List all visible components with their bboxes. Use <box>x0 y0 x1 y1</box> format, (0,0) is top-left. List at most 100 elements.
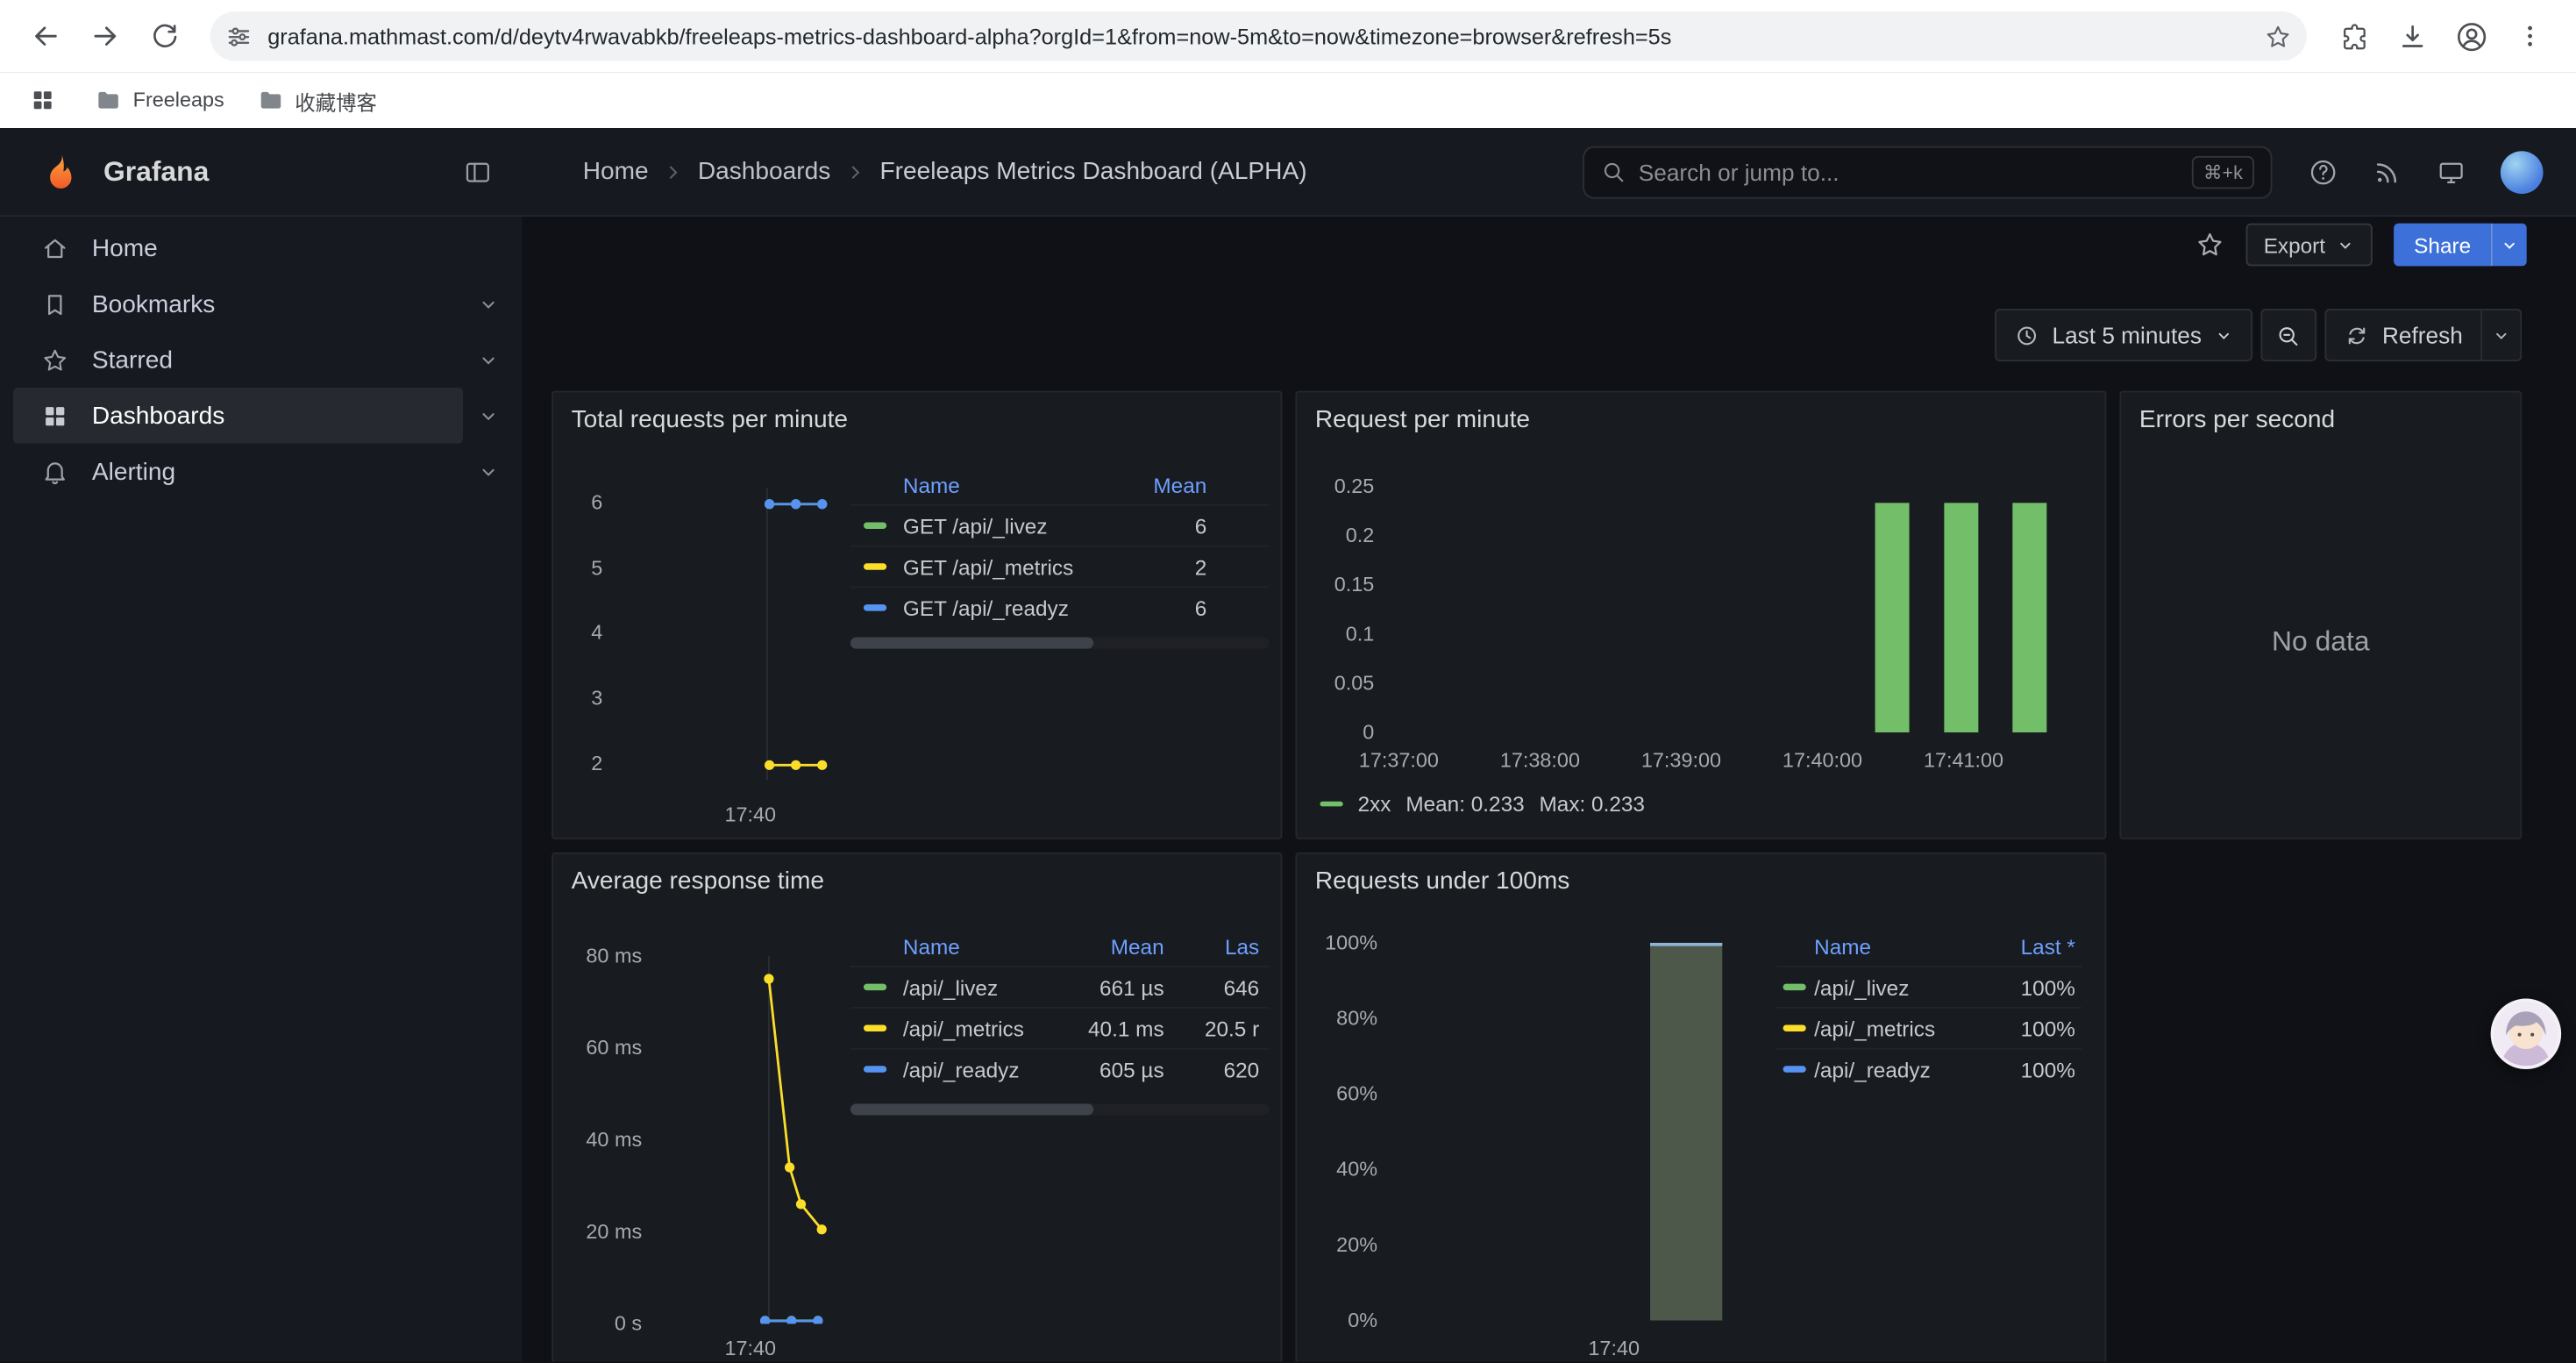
panel-total-requests[interactable]: Total requests per minute 6 5 4 3 2 17:4… <box>551 391 1282 839</box>
panel-title[interactable]: Request per minute <box>1315 406 1530 434</box>
address-bar[interactable]: grafana.mathmast.com/d/deytv4rwavabkb/fr… <box>210 11 2307 61</box>
arrow-left-icon <box>30 19 62 52</box>
scrollbar-thumb[interactable] <box>850 1103 1093 1115</box>
display-button[interactable] <box>2437 157 2466 187</box>
series-name[interactable]: /api/_metrics <box>903 1016 1050 1040</box>
chevron-down-icon <box>2493 326 2511 345</box>
time-range-picker[interactable]: Last 5 minutes <box>1995 309 2252 361</box>
user-avatar[interactable] <box>2501 150 2544 193</box>
apps-grid-icon <box>30 87 56 113</box>
legend-header-name[interactable]: Name <box>1814 934 1980 959</box>
sidebar-item-bookmarks[interactable]: Bookmarks <box>13 276 512 332</box>
legend-scrollbar[interactable] <box>850 1103 1269 1115</box>
legend-header-last[interactable]: Last * <box>1980 934 2075 959</box>
legend-header-name[interactable]: Name <box>903 934 1050 959</box>
share-menu-button[interactable] <box>2491 224 2527 267</box>
chevron-down-icon <box>477 460 498 482</box>
series-last: 100% <box>1980 1057 2075 1081</box>
series-name[interactable]: /api/_livez <box>1814 974 1980 999</box>
panel-left-icon <box>463 157 493 187</box>
back-button[interactable] <box>19 10 72 62</box>
series-mean: 6 <box>1101 513 1206 538</box>
panel-title[interactable]: Errors per second <box>2139 406 2335 434</box>
bookmark-folder-freeleaps[interactable]: Freeleaps <box>96 87 224 113</box>
refresh-interval-button[interactable] <box>2482 309 2522 361</box>
expand-bookmarks-button[interactable] <box>463 293 512 314</box>
download-icon <box>2396 20 2428 52</box>
bookmark-label: Freeleaps <box>133 89 224 111</box>
help-button[interactable] <box>2309 157 2338 187</box>
x-axis-tick: 17:39:00 <box>1629 749 1734 772</box>
series-name[interactable]: 2xx <box>1358 792 1391 817</box>
series-name[interactable]: /api/_livez <box>903 974 1050 999</box>
refresh-button[interactable]: Refresh <box>2324 309 2482 361</box>
bookmark-folder-blogs[interactable]: 收藏博客 <box>257 84 377 116</box>
series-name[interactable]: GET /api/_livez <box>903 513 1102 538</box>
browser-menu-button[interactable] <box>2504 10 2557 62</box>
forward-button[interactable] <box>79 10 132 62</box>
downloads-button[interactable] <box>2386 10 2438 62</box>
series-name[interactable]: /api/_readyz <box>1814 1057 1980 1081</box>
legend-scrollbar[interactable] <box>850 638 1269 649</box>
reload-button[interactable] <box>138 10 190 62</box>
series-name[interactable]: /api/_metrics <box>1814 1016 1980 1040</box>
sidebar-item-dashboards[interactable]: Dashboards <box>13 388 512 444</box>
scrollbar-thumb[interactable] <box>850 638 1093 649</box>
series-last: 20.5 r <box>1164 1016 1260 1040</box>
profile-button[interactable] <box>2444 10 2497 62</box>
series-name[interactable]: GET /api/_readyz <box>903 596 1102 620</box>
search-input[interactable]: Search or jump to... ⌘+k <box>1583 146 2272 198</box>
site-info-icon[interactable] <box>210 22 268 50</box>
brand-area: Grafana <box>0 150 522 193</box>
panel-errors-per-second[interactable]: Errors per second No data <box>2119 391 2522 839</box>
legend-header-mean[interactable]: Mean <box>1050 934 1164 959</box>
sidebar-item-home[interactable]: Home <box>13 220 512 276</box>
series-name[interactable]: /api/_readyz <box>903 1057 1050 1081</box>
breadcrumb-home[interactable]: Home <box>583 158 649 186</box>
shortcut-badge: ⌘+k <box>2192 155 2254 188</box>
export-button[interactable]: Export <box>2245 224 2373 267</box>
panel-title[interactable]: Average response time <box>572 867 824 896</box>
chevron-down-icon <box>2337 236 2355 254</box>
breadcrumb-dashboards[interactable]: Dashboards <box>698 158 830 186</box>
star-icon <box>2195 230 2224 260</box>
legend-header-mean[interactable]: Mean <box>1101 472 1206 496</box>
y-axis-tick: 0.25 <box>1306 475 1375 497</box>
chevron-down-icon <box>477 405 498 426</box>
panel-request-per-minute[interactable]: Request per minute 0.25 0.2 0.15 0.1 0.0… <box>1295 391 2106 839</box>
y-axis-tick: 4 <box>560 621 603 644</box>
y-axis-tick: 100% <box>1306 931 1377 954</box>
extensions-button[interactable] <box>2326 10 2379 62</box>
chevron-down-icon <box>477 293 498 314</box>
sidebar-toggle-button[interactable] <box>457 150 500 193</box>
panel-requests-under-100ms[interactable]: Requests under 100ms 100% 80% 60% 40% 20… <box>1295 853 2106 1361</box>
panel-average-response-time[interactable]: Average response time 80 ms 60 ms 40 ms … <box>551 853 1282 1361</box>
series-name[interactable]: GET /api/_metrics <box>903 554 1102 579</box>
breadcrumb: Home Dashboards Freeleaps Metrics Dashbo… <box>583 158 1583 186</box>
legend-row: /api/_livez 661 µs 646 <box>850 966 1269 1007</box>
series-mean: 40.1 ms <box>1050 1016 1164 1040</box>
apps-grid-button[interactable] <box>23 81 62 120</box>
sidebar-item-alerting[interactable]: Alerting <box>13 444 512 500</box>
zoom-out-button[interactable] <box>2260 309 2316 361</box>
sidebar-item-starred[interactable]: Starred <box>13 332 512 388</box>
expand-alerting-button[interactable] <box>463 460 512 482</box>
series-last: 100% <box>1980 974 2075 999</box>
panel-title[interactable]: Total requests per minute <box>572 406 848 434</box>
url-text[interactable]: grafana.mathmast.com/d/deytv4rwavabkb/fr… <box>267 24 2249 48</box>
panel-title[interactable]: Requests under 100ms <box>1315 867 1569 896</box>
expand-starred-button[interactable] <box>463 349 512 370</box>
news-button[interactable] <box>2373 157 2402 187</box>
legend-header-last[interactable]: Las <box>1164 934 1260 959</box>
assistant-avatar-button[interactable] <box>2491 998 2562 1069</box>
favorite-dashboard-button[interactable] <box>2195 230 2224 260</box>
legend-row: /api/_readyz 100% <box>1776 1048 2081 1089</box>
legend-header-name[interactable]: Name <box>903 472 1102 496</box>
expand-dashboards-button[interactable] <box>463 405 512 426</box>
dashboard-toolbar: Export Share <box>2195 222 2527 268</box>
share-button[interactable]: Share <box>2395 224 2491 267</box>
legend-header: Name Mean <box>850 465 1269 504</box>
bookmark-label: 收藏博客 <box>295 84 377 116</box>
refresh-label: Refresh <box>2382 322 2463 348</box>
bookmark-star-icon[interactable] <box>2249 22 2307 50</box>
